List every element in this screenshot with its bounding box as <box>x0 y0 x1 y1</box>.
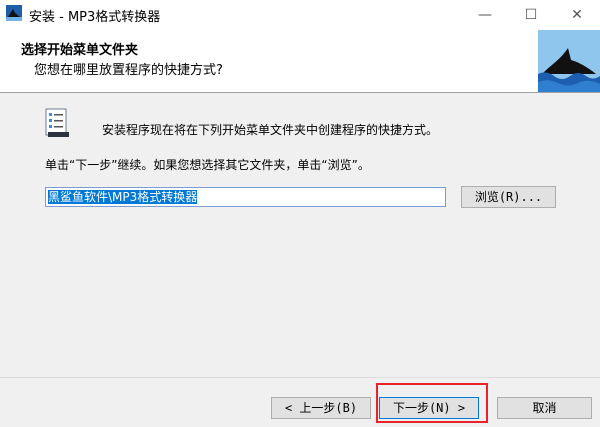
intro-text: 安装程序现在将在下列开始菜单文件夹中创建程序的快捷方式。 <box>102 123 439 137</box>
close-button[interactable]: ✕ <box>554 0 600 30</box>
wizard-header: 选择开始菜单文件夹 您想在哪里放置程序的快捷方式? <box>0 30 600 92</box>
minimize-button[interactable]: — <box>462 0 508 30</box>
content-panel: 安装程序现在将在下列开始菜单文件夹中创建程序的快捷方式。 单击“下一步”继续。如… <box>0 93 600 377</box>
document-list-icon <box>45 108 69 137</box>
highlight-box <box>376 383 488 423</box>
back-button[interactable]: < 上一步(B) <box>271 397 371 419</box>
folder-input-value: 黑鲨鱼软件\MP3格式转换器 <box>48 190 198 204</box>
title-bar: 安装 - MP3格式转换器 — ☐ ✕ <box>0 0 600 30</box>
shark-logo-icon <box>538 30 600 92</box>
browse-button[interactable]: 浏览(R)... <box>461 186 556 208</box>
instruction-text: 单击“下一步”继续。如果您想选择其它文件夹，单击“浏览”。 <box>45 158 370 172</box>
window-title: 安装 - MP3格式转换器 <box>29 10 161 25</box>
start-menu-folder-input[interactable]: 黑鲨鱼软件\MP3格式转换器 <box>45 187 446 207</box>
cancel-button[interactable]: 取消 <box>497 397 592 419</box>
page-title: 选择开始菜单文件夹 <box>21 43 139 58</box>
page-subtitle: 您想在哪里放置程序的快捷方式? <box>34 63 223 78</box>
footer-divider <box>0 377 600 378</box>
app-icon <box>6 5 22 21</box>
maximize-button[interactable]: ☐ <box>508 0 554 30</box>
